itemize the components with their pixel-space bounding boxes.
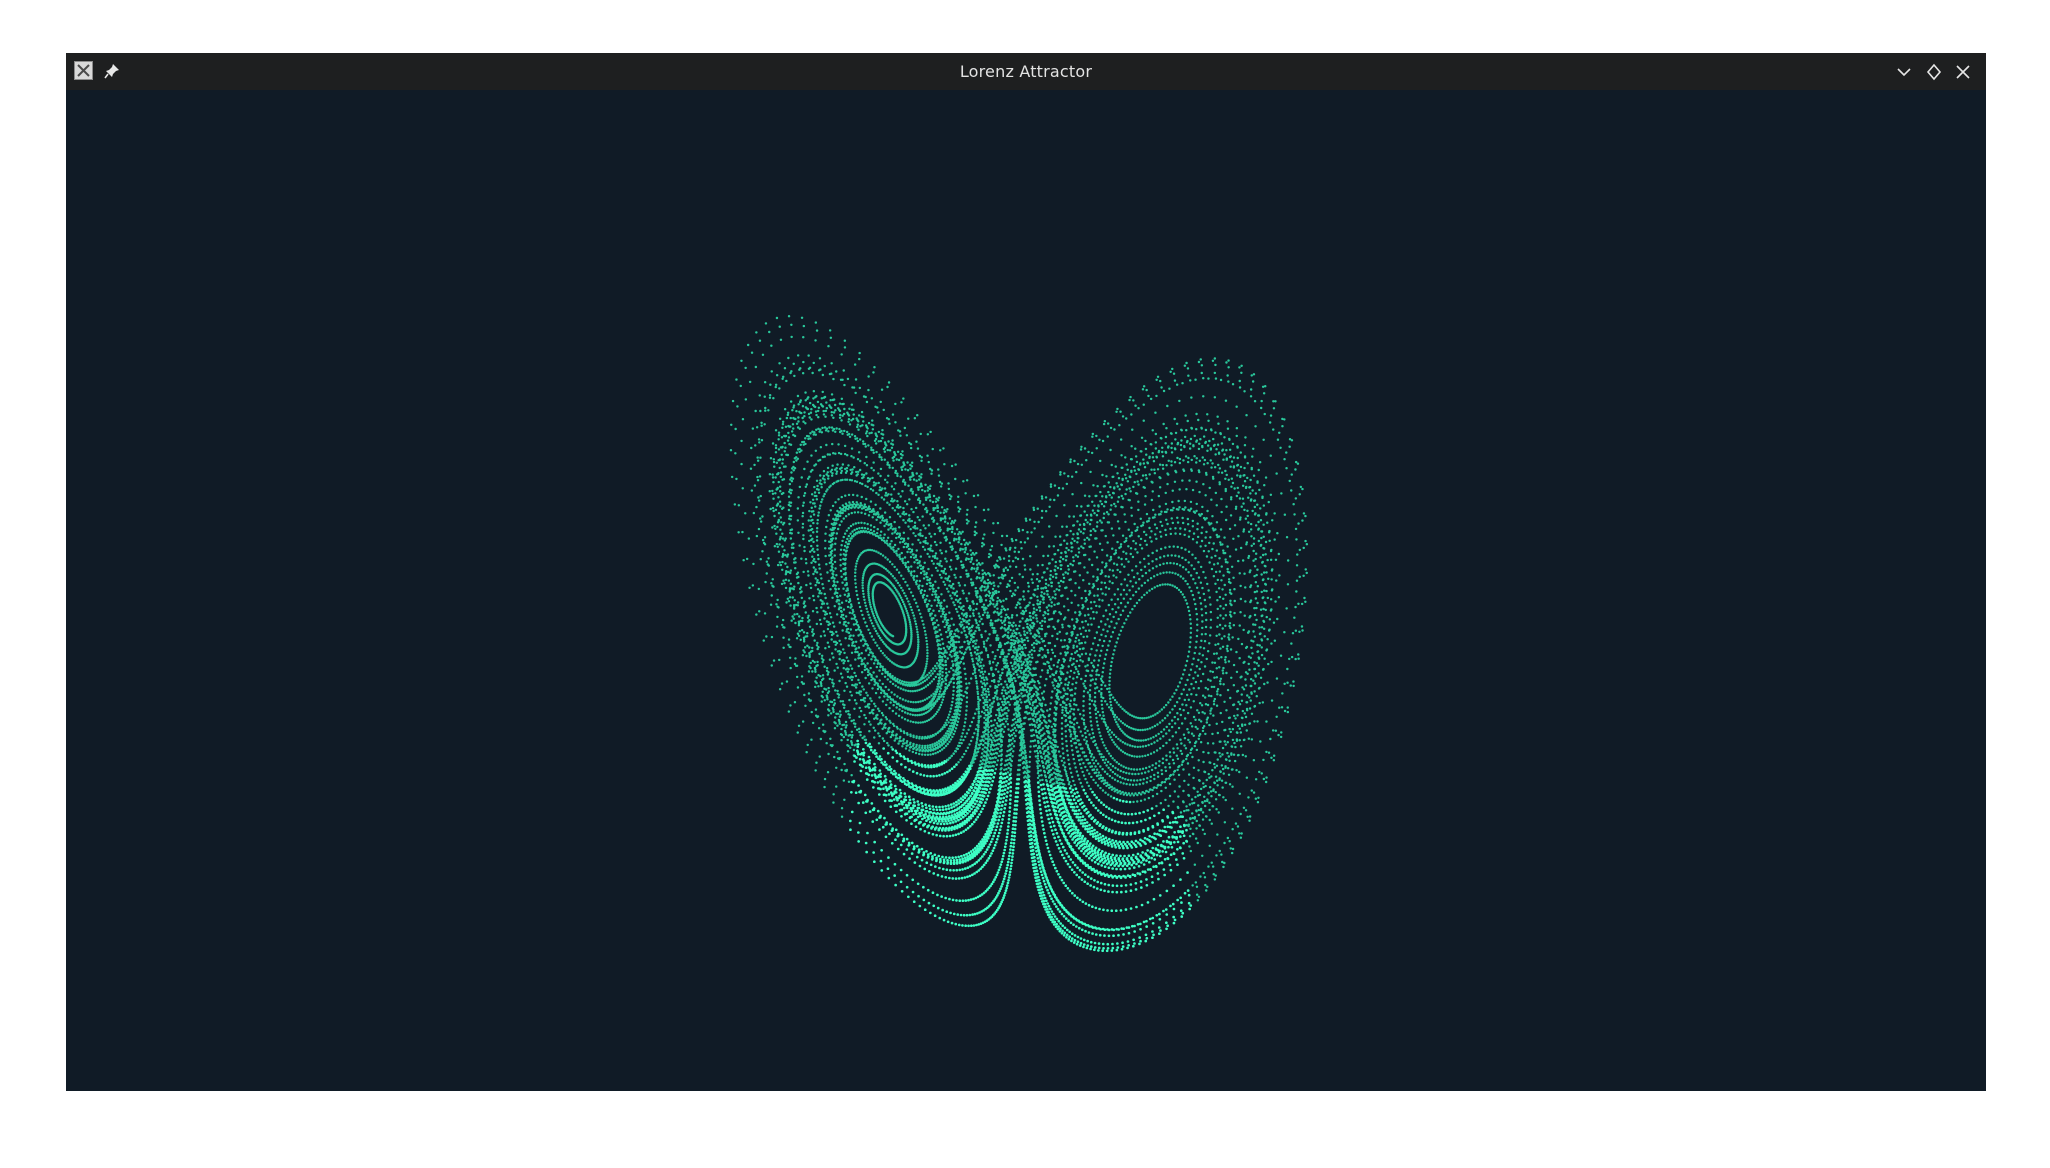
maximize-button[interactable] [1923, 61, 1945, 83]
minimize-button[interactable] [1893, 61, 1915, 83]
app-window: Lorenz Attractor [66, 53, 1986, 1091]
close-icon [1956, 65, 1970, 79]
diamond-icon [1926, 63, 1942, 81]
chevron-down-icon [1897, 68, 1911, 77]
attractor-canvas[interactable] [66, 90, 1986, 1091]
title-bar[interactable]: Lorenz Attractor [66, 53, 1986, 90]
close-button[interactable] [1952, 61, 1974, 83]
attractor-trajectory [729, 315, 1309, 902]
attractor-trajectory-core [849, 739, 1193, 953]
lorenz-attractor-plot [729, 315, 1309, 953]
attractor-points [729, 315, 1309, 953]
window-title: Lorenz Attractor [959, 62, 1093, 81]
